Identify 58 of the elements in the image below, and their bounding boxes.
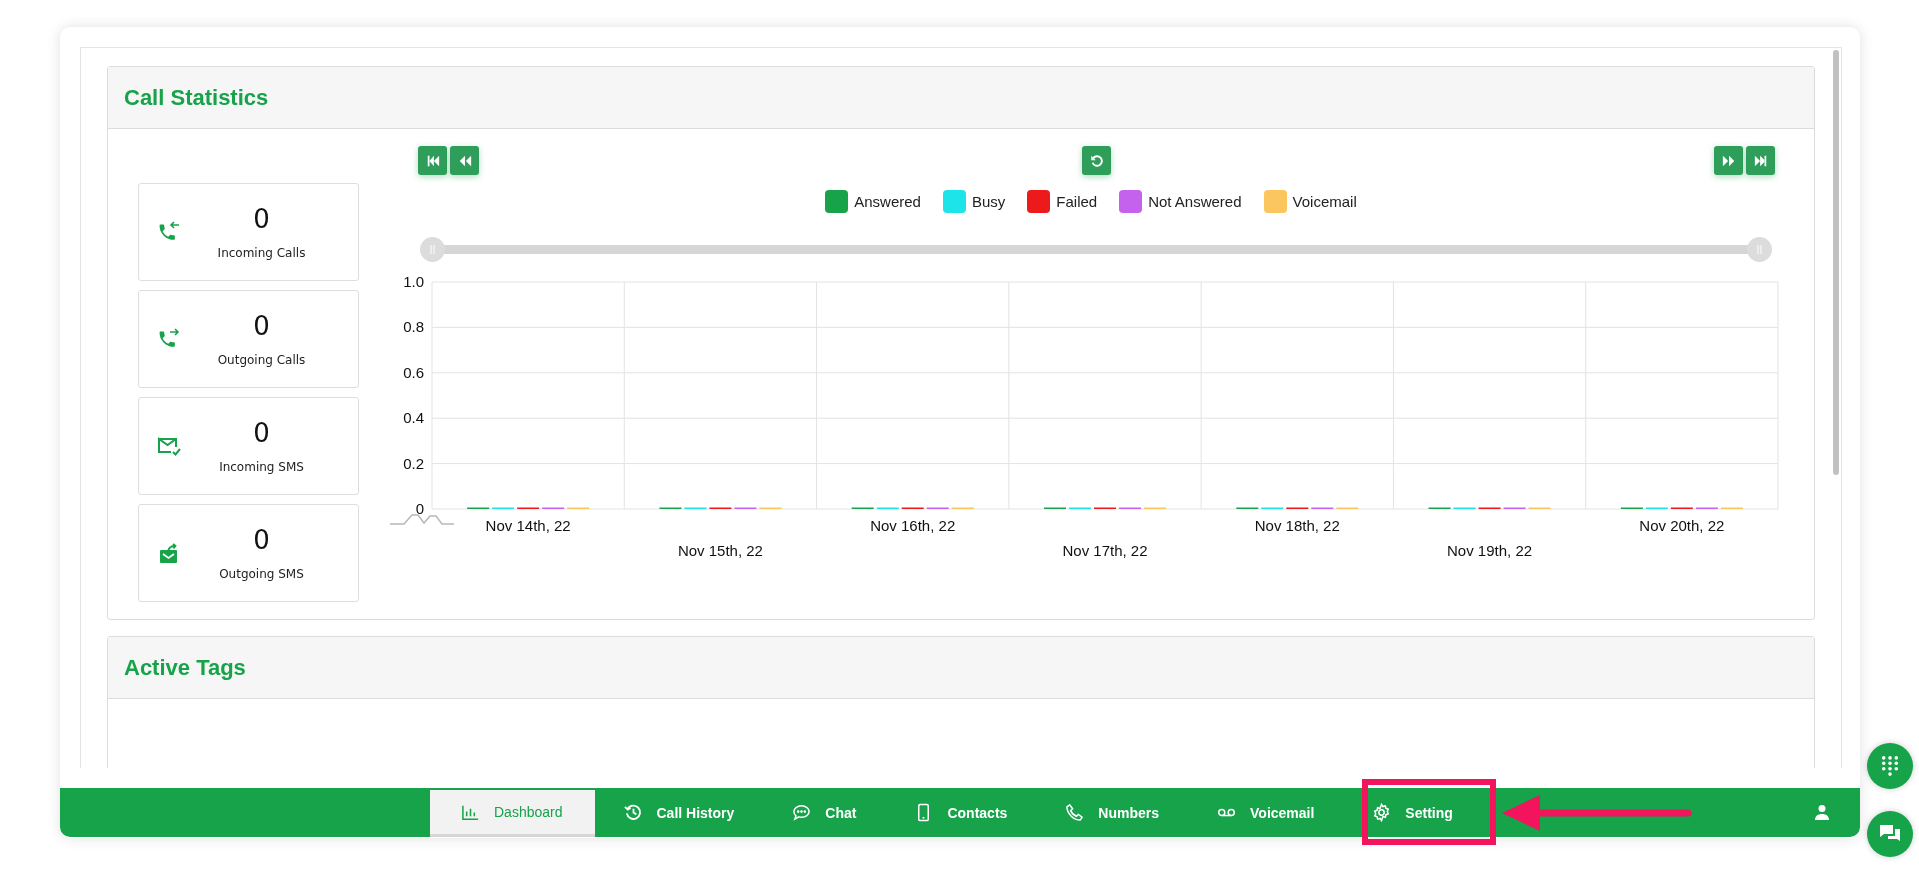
nav-tab[interactable]: Chat (786, 788, 863, 837)
x-tick-label: Nov 15th, 22 (677, 542, 763, 559)
stat-label: Outgoing Calls (217, 353, 306, 367)
legend-item[interactable]: Voicemail (1263, 190, 1357, 213)
legend-item[interactable]: Not Answered (1119, 190, 1242, 213)
previous-page-button[interactable] (450, 146, 479, 175)
stat-value: 0 (253, 311, 270, 341)
stat-label: Outgoing SMS (219, 567, 304, 581)
x-tick-label: Nov 19th, 22 (1447, 542, 1533, 559)
refresh-icon (1089, 153, 1104, 168)
fast-forward-icon (1721, 153, 1736, 168)
x-tick-label: Nov 20th, 22 (1639, 517, 1725, 534)
nav-tab[interactable]: Numbers (1059, 788, 1166, 837)
y-tick-label: 0.2 (403, 454, 424, 472)
stat-value: 0 (253, 204, 270, 234)
scrollbar-thumb[interactable] (1833, 50, 1839, 475)
panel-title: Active Tags (124, 654, 246, 681)
legend-item[interactable]: Busy (942, 190, 1006, 213)
skip-back-icon (425, 153, 440, 168)
x-tick-label: Nov 18th, 22 (1254, 517, 1340, 534)
user-icon[interactable] (1814, 804, 1830, 820)
nav-icon (792, 803, 812, 822)
panel-title: Call Statistics (124, 84, 269, 111)
y-tick-label: 0.8 (403, 318, 424, 336)
nav-icon (623, 803, 643, 822)
dialpad-icon (1881, 755, 1899, 777)
first-page-button[interactable] (418, 146, 447, 175)
nav-tab[interactable]: Call History (617, 788, 741, 837)
next-page-button[interactable] (1714, 146, 1743, 175)
nav-icon (1065, 803, 1085, 822)
x-tick-label: Nov 17th, 22 (1062, 542, 1148, 559)
chat-button[interactable] (1867, 811, 1913, 857)
last-page-button[interactable] (1746, 146, 1775, 175)
sparkline-icon (389, 514, 455, 525)
y-tick-label: 0.4 (403, 409, 424, 427)
reset-button[interactable] (1082, 146, 1111, 175)
nav-tab[interactable]: Dashboard (430, 790, 595, 837)
y-tick-label: 0.6 (403, 363, 424, 381)
y-tick-label: 1.0 (403, 273, 424, 290)
nav-tab[interactable]: Voicemail (1211, 788, 1321, 837)
dialpad-button[interactable] (1867, 743, 1913, 789)
legend-item[interactable]: Failed (1027, 190, 1098, 213)
stat-label: Incoming SMS (219, 460, 304, 474)
y-tick-label: 0 (415, 500, 424, 517)
nav-tab[interactable]: Setting (1366, 788, 1459, 837)
x-tick-label: Nov 14th, 22 (485, 517, 571, 534)
chart-scrollbar[interactable] (420, 237, 1772, 262)
stat-label: Incoming Calls (217, 246, 306, 260)
stat-value: 0 (253, 525, 270, 555)
nav-tab[interactable]: Contacts (908, 788, 1014, 837)
skip-forward-icon (1753, 153, 1768, 168)
nav-icon (1372, 803, 1392, 822)
stat-value: 0 (253, 418, 270, 448)
legend-item[interactable]: Answered (825, 190, 921, 213)
chat-bubbles-icon (1878, 824, 1902, 844)
stat-icon (157, 434, 181, 458)
rewind-icon (457, 153, 472, 168)
x-tick-label: Nov 16th, 22 (870, 517, 956, 534)
